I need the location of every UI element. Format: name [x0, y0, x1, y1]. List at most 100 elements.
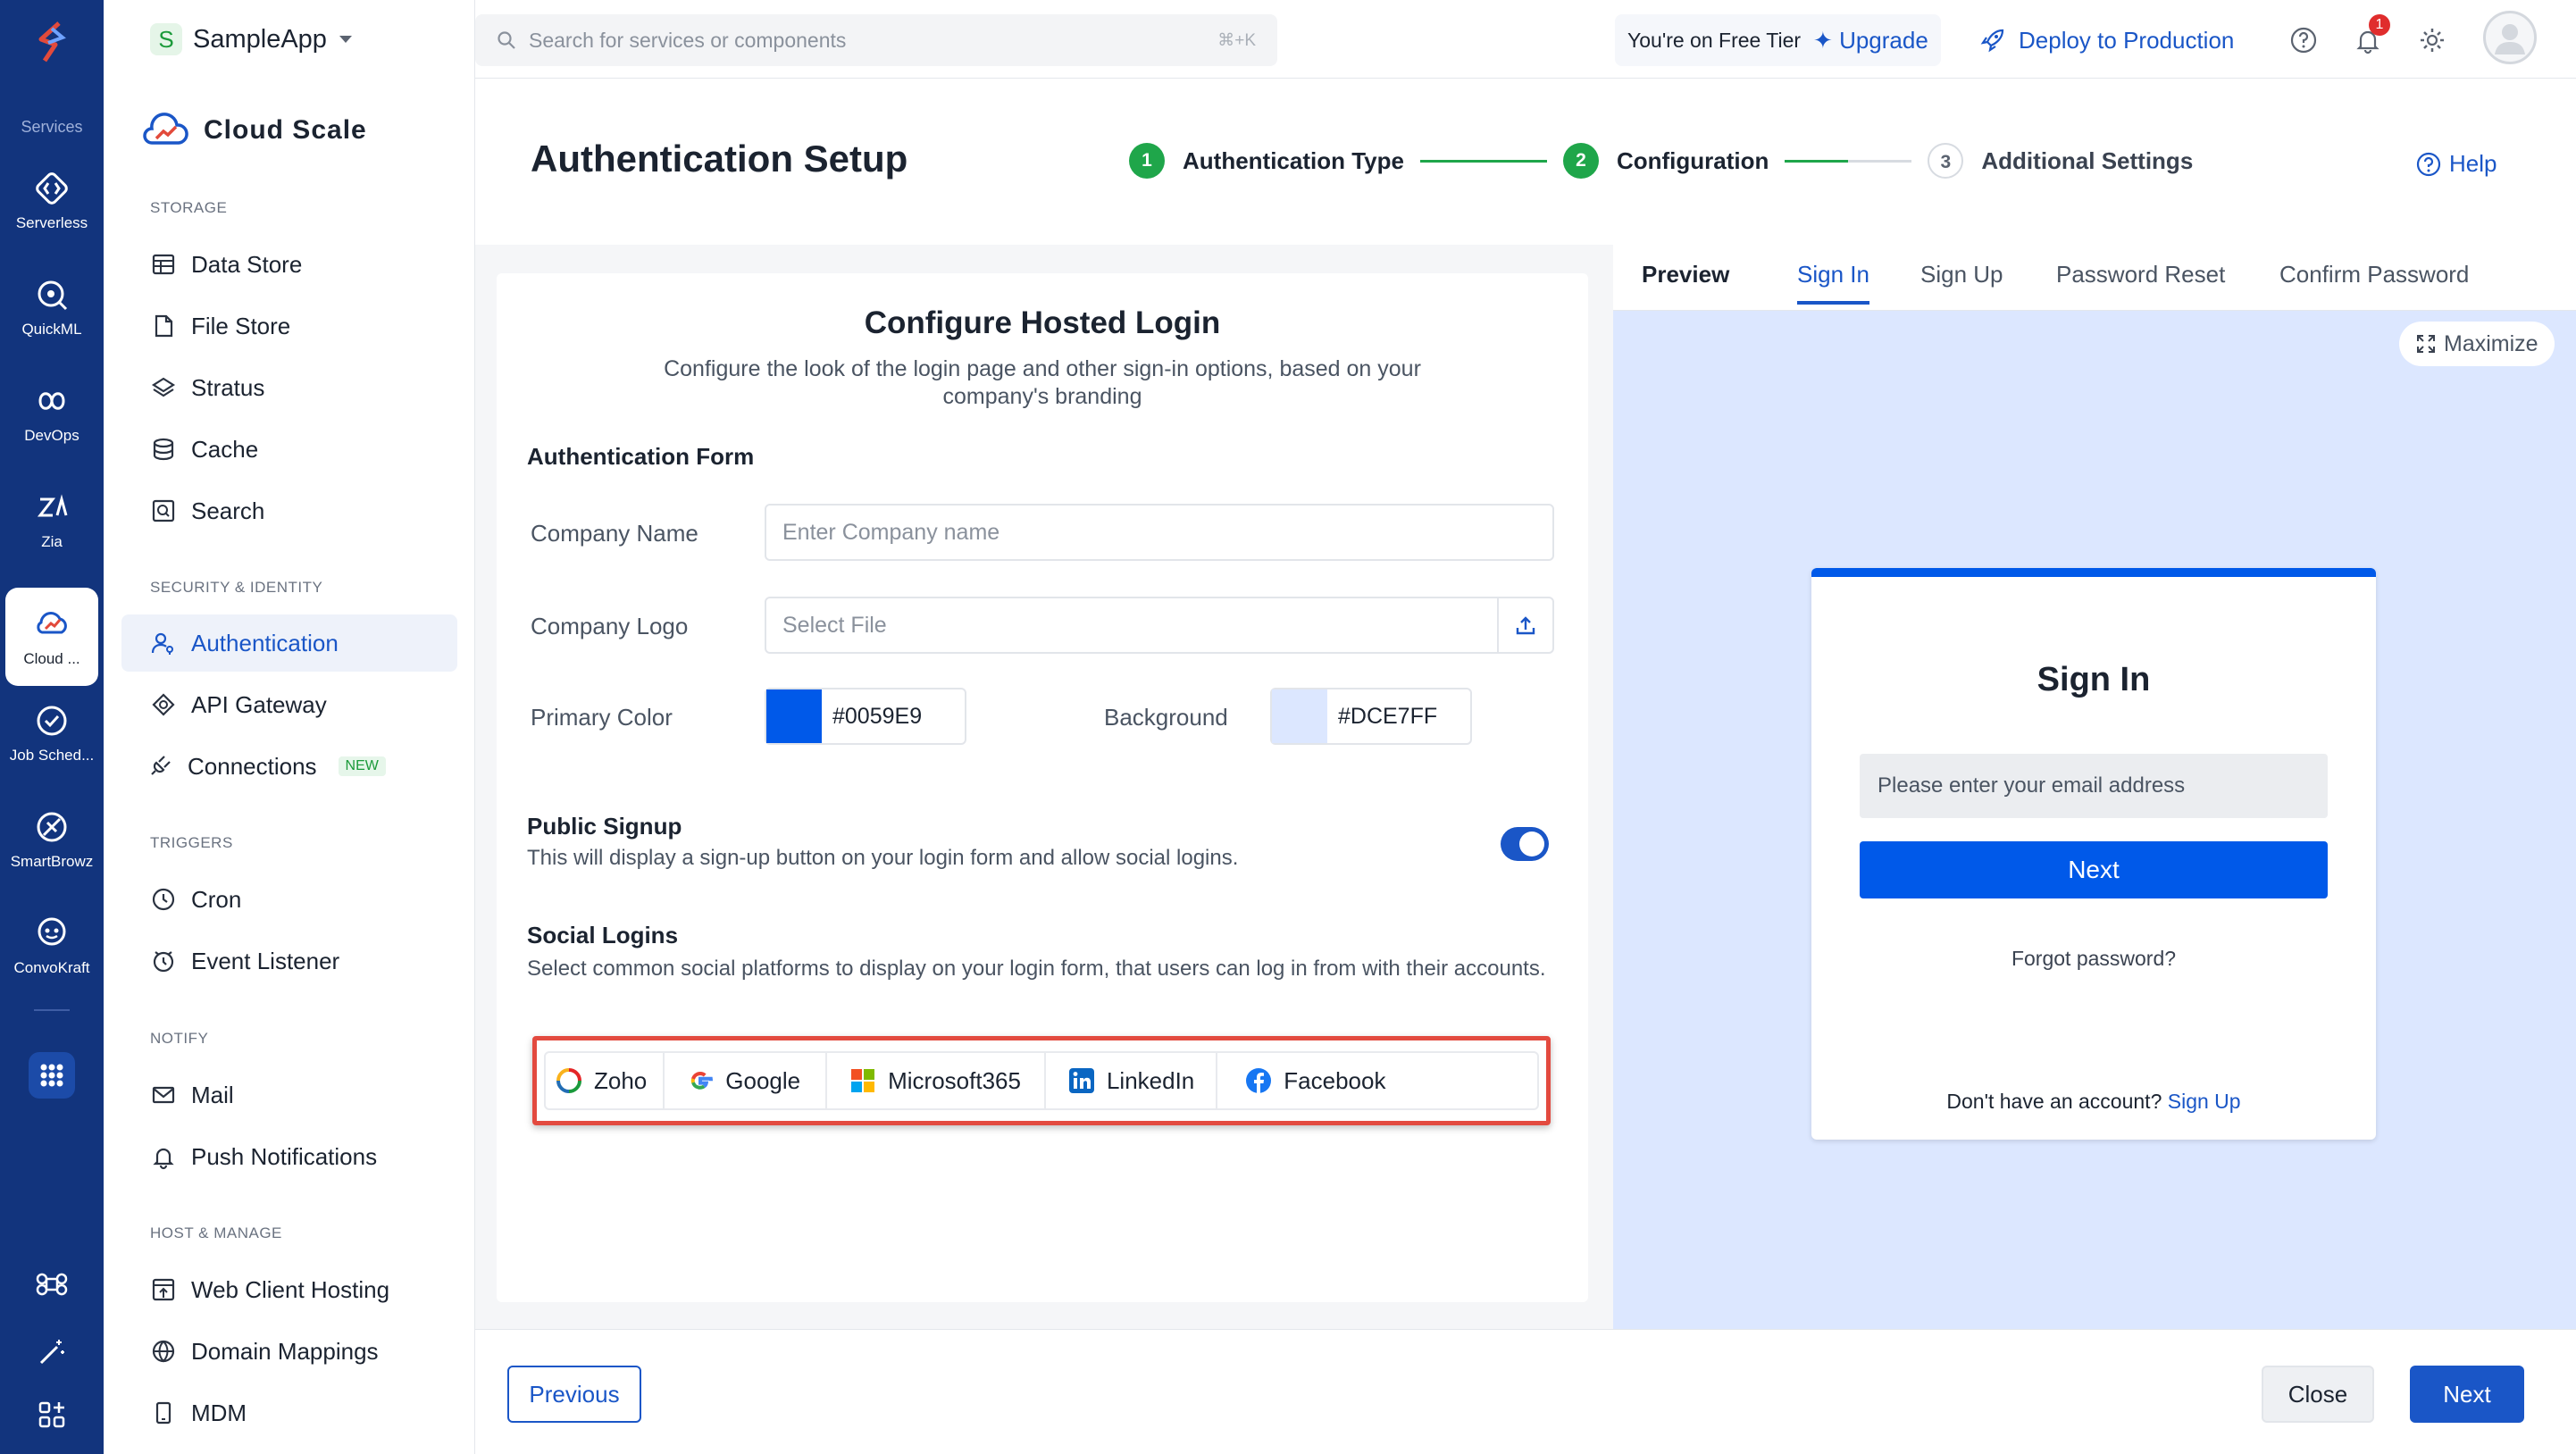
company-logo-label: Company Logo	[531, 613, 689, 639]
search-input[interactable]: Search for services or components	[529, 29, 846, 53]
previous-button[interactable]: Previous	[507, 1366, 641, 1423]
database-icon	[153, 438, 174, 461]
cloud-scale-icon	[143, 113, 188, 145]
upgrade-link[interactable]: ✦ Upgrade	[1813, 27, 1928, 54]
maximize-button[interactable]: Maximize	[2399, 322, 2555, 366]
primary-color-swatch[interactable]	[766, 689, 822, 743]
rail-item-smartbrowz[interactable]: SmartBrowz	[5, 790, 98, 889]
social-google-button[interactable]: Google	[665, 1053, 828, 1108]
rail-item-label: DevOps	[24, 427, 79, 444]
mobile-icon	[155, 1401, 171, 1425]
company-name-input[interactable]: Enter Company name	[765, 504, 1554, 561]
alarm-icon	[153, 951, 174, 973]
sidebar-item-search[interactable]: Search	[121, 482, 457, 539]
sidebar-item-data-store[interactable]: Data Store	[121, 236, 457, 293]
email-field[interactable]: Please enter your email address	[1860, 754, 2328, 818]
tier-text: You're on Free Tier	[1627, 28, 1802, 52]
public-signup-toggle[interactable]	[1501, 827, 1549, 861]
convokraft-icon	[38, 917, 66, 946]
widgets-icon[interactable]	[36, 1399, 68, 1431]
mail-icon	[152, 1086, 175, 1104]
rail-divider	[34, 1009, 70, 1011]
sidebar-item-mail[interactable]: Mail	[121, 1066, 457, 1124]
sidebar-item-event-listener[interactable]: Event Listener	[121, 932, 457, 990]
forgot-password-link[interactable]: Forgot password?	[1811, 947, 2376, 971]
sidebar-item-push-notifications[interactable]: Push Notifications	[121, 1128, 457, 1185]
bell-icon	[153, 1148, 174, 1170]
rail-item-devops[interactable]: DevOps	[5, 364, 98, 463]
company-logo-file-input[interactable]: Select File	[765, 597, 1554, 654]
rail-item-label: SmartBrowz	[10, 853, 94, 870]
stratus-icon	[151, 377, 176, 397]
background-color-value[interactable]: #DCE7FF	[1338, 704, 1437, 730]
sidebar-item-cache[interactable]: Cache	[121, 421, 457, 478]
primary-color-picker[interactable]: #0059E9	[765, 688, 966, 745]
app-selector[interactable]: S SampleApp	[150, 20, 354, 59]
job-scheduling-icon	[37, 706, 67, 736]
card-subtitle: Configure the look of the login page and…	[664, 356, 1421, 409]
configure-card: Configure Hosted Login Configure the loo…	[497, 273, 1588, 1302]
close-button[interactable]: Close	[2262, 1366, 2374, 1423]
user-avatar[interactable]	[2483, 11, 2537, 64]
help-circle-icon[interactable]	[2288, 25, 2319, 55]
step-1-number: 1	[1129, 143, 1165, 179]
help-link[interactable]: Help	[2415, 150, 2497, 178]
rail-item-cloud-scale[interactable]: Cloud ...	[5, 588, 98, 686]
sidebar-item-file-store[interactable]: File Store	[121, 297, 457, 355]
preview-tabs: Preview Sign In Sign Up Password Reset C…	[1613, 245, 2576, 311]
step-3-label: Additional Settings	[1981, 146, 2194, 174]
upload-button[interactable]	[1497, 598, 1552, 652]
all-services-button[interactable]	[29, 1052, 75, 1099]
background-color-picker[interactable]: #DCE7FF	[1270, 688, 1472, 745]
global-search[interactable]: Search for services or components ⌘+K	[475, 14, 1277, 66]
tab-password-reset[interactable]: Password Reset	[2056, 261, 2225, 288]
social-facebook-button[interactable]: Facebook	[1217, 1053, 1401, 1108]
linkedin-icon	[1068, 1068, 1094, 1093]
rail-item-zia[interactable]: Zia	[5, 471, 98, 569]
rail-item-label: ConvoKraft	[13, 959, 90, 976]
sidebar-item-api-gateway[interactable]: API Gateway	[121, 676, 457, 733]
social-zoho-button[interactable]: Zoho	[546, 1053, 665, 1108]
sidebar-item-stratus[interactable]: Stratus	[121, 359, 457, 416]
tab-sign-in[interactable]: Sign In	[1797, 261, 1869, 305]
rail-item-job-scheduling[interactable]: Job Sched...	[5, 684, 98, 782]
background-color-swatch[interactable]	[1272, 689, 1327, 743]
apps-grid-icon	[40, 1064, 63, 1087]
section-triggers: TRIGGERS	[150, 834, 233, 851]
rail-item-convokraft[interactable]: ConvoKraft	[5, 897, 98, 995]
no-account-text: Don't have an account?	[1946, 1090, 2162, 1113]
new-badge: NEW	[338, 756, 386, 776]
signup-link[interactable]: Sign Up	[2168, 1090, 2241, 1113]
sidebar-item-cron[interactable]: Cron	[121, 871, 457, 928]
table-icon	[152, 254, 175, 275]
next-button[interactable]: Next	[2410, 1366, 2524, 1423]
signup-prompt: Don't have an account? Sign Up	[1811, 1090, 2376, 1114]
sidebar-item-mdm[interactable]: MDM	[121, 1384, 457, 1441]
rail-item-quickml[interactable]: QuickML	[5, 258, 98, 356]
sidebar-item-connections[interactable]: Connections NEW	[121, 738, 457, 795]
search-box-icon	[152, 499, 175, 522]
primary-color-value[interactable]: #0059E9	[832, 704, 922, 730]
sidebar-item-authentication[interactable]: Authentication	[121, 614, 457, 672]
settings-gear-icon[interactable]	[2417, 25, 2447, 55]
tab-confirm-password[interactable]: Confirm Password	[2279, 261, 2469, 288]
upload-icon	[1516, 616, 1535, 635]
form-heading: Authentication Form	[527, 443, 755, 470]
social-microsoft365-button[interactable]: Microsoft365	[827, 1053, 1046, 1108]
primary-color-label: Primary Color	[531, 704, 673, 731]
sidebar-item-web-client-hosting[interactable]: Web Client Hosting	[121, 1261, 457, 1318]
rail-item-label: Zia	[41, 533, 63, 550]
command-icon[interactable]	[36, 1268, 68, 1300]
login-preview: Maximize Sign In Please enter your email…	[1613, 311, 2576, 1329]
magic-wand-icon[interactable]	[36, 1336, 68, 1368]
rail-item-serverless[interactable]: Serverless	[5, 152, 98, 250]
login-next-button[interactable]: Next	[1860, 841, 2328, 898]
sidebar-item-domain-mappings[interactable]: Domain Mappings	[121, 1323, 457, 1380]
section-host-manage: HOST & MANAGE	[150, 1224, 282, 1241]
deploy-button[interactable]: Deploy to Production	[1979, 14, 2234, 66]
tab-sign-up[interactable]: Sign Up	[1920, 261, 2003, 288]
social-linkedin-button[interactable]: LinkedIn	[1046, 1053, 1218, 1108]
google-icon	[690, 1071, 714, 1090]
search-icon	[498, 31, 515, 49]
background-label: Background	[1104, 704, 1228, 731]
